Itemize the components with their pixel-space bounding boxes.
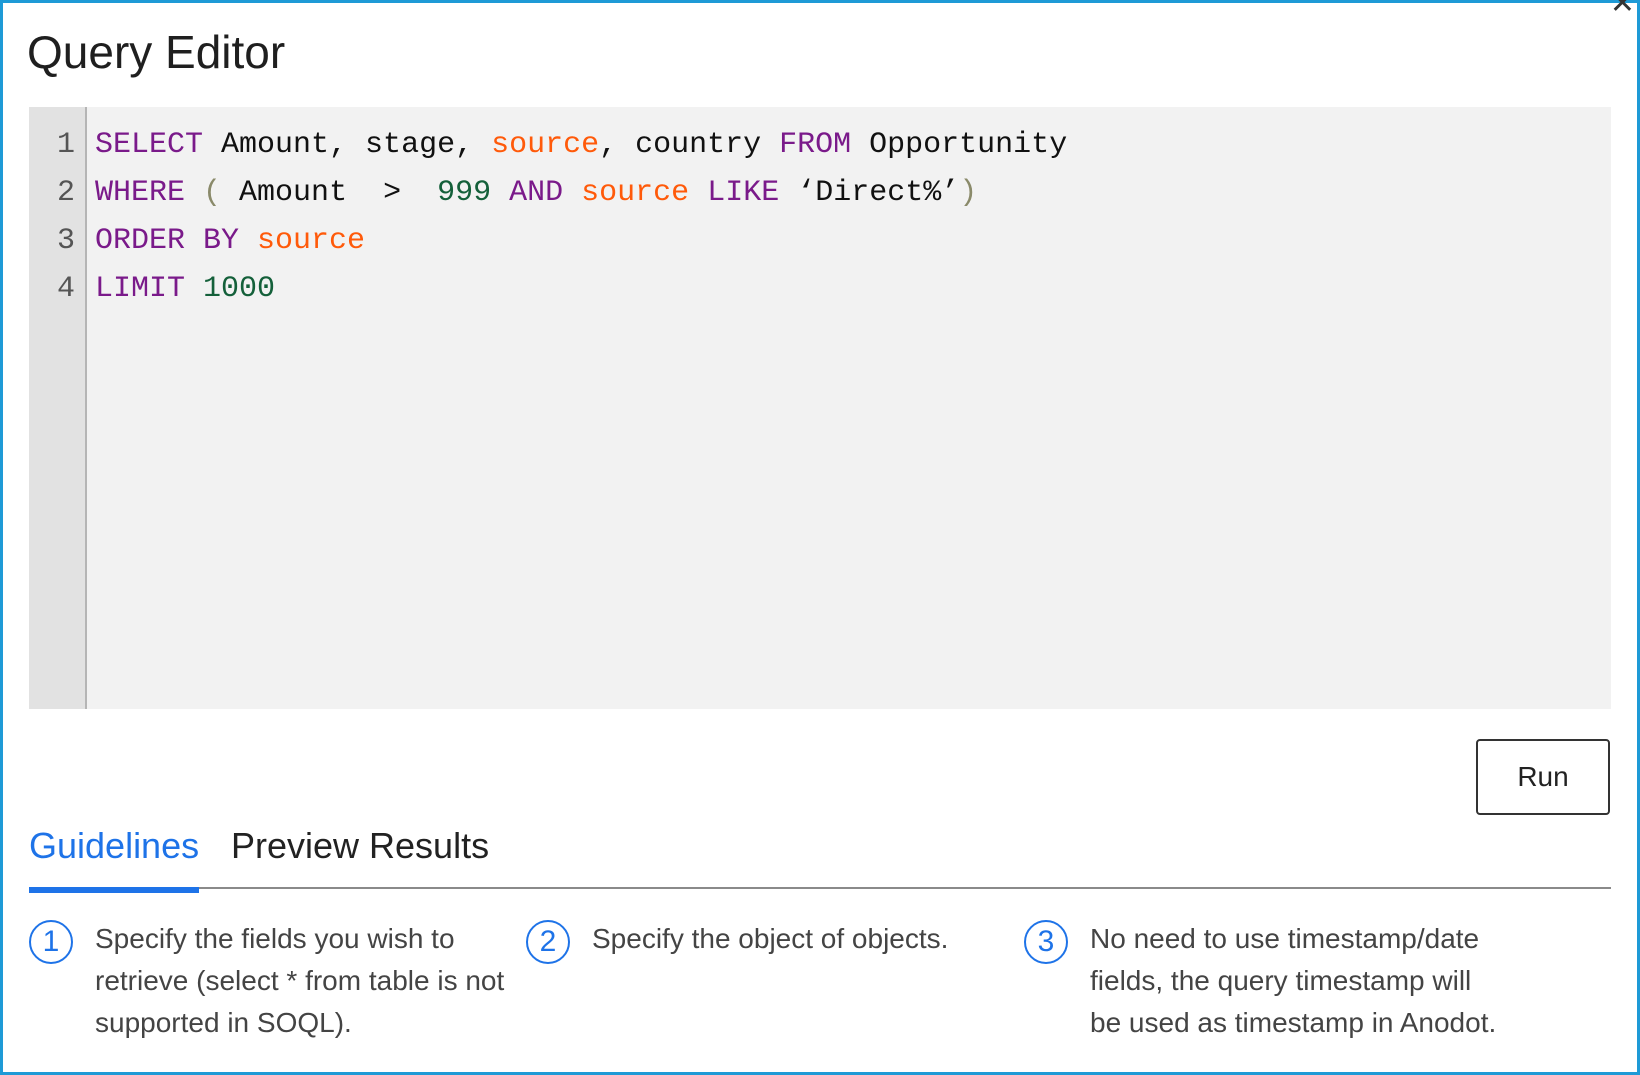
- code-token: source: [491, 128, 600, 162]
- code-token: AND: [509, 176, 564, 210]
- line-number-gutter: 1 2 3 4: [29, 107, 87, 709]
- line-number: 1: [56, 128, 75, 162]
- code-token: Amount >: [221, 176, 438, 210]
- code-line[interactable]: LIMIT 1000: [95, 265, 1611, 313]
- guideline-item: 1 Specify the fields you wish to retriev…: [29, 920, 509, 1044]
- query-editor-dialog: ✕ Query Editor 1 2 3 4 SELECT Amount, st…: [0, 0, 1640, 1075]
- code-token: (: [203, 176, 222, 210]
- code-token: source: [581, 176, 690, 210]
- line-number: 2: [56, 176, 75, 210]
- code-token: ‘Direct%’: [779, 176, 960, 210]
- tab-preview-results[interactable]: Preview Results: [231, 825, 489, 887]
- code-token: 1000: [203, 272, 276, 306]
- code-token: ): [959, 176, 978, 210]
- tab-bar: Guidelines Preview Results: [29, 815, 1611, 893]
- code-line[interactable]: SELECT Amount, stage, source, country FR…: [95, 121, 1611, 169]
- code-token: , country: [599, 128, 780, 162]
- step-number-badge: 2: [526, 920, 570, 964]
- code-token: LIKE: [707, 176, 780, 210]
- tab-guidelines[interactable]: Guidelines: [29, 825, 200, 893]
- code-token: LIMIT: [95, 272, 186, 306]
- code-token: Amount, stage,: [203, 128, 492, 162]
- guideline-item: 2 Specify the object of objects.: [526, 920, 1006, 964]
- guideline-text: Specify the object of objects.: [592, 923, 949, 954]
- guideline-text: Specify the fields you wish to retrieve …: [95, 923, 505, 1038]
- step-number-badge: 3: [1024, 920, 1068, 964]
- code-token: SELECT: [95, 128, 204, 162]
- code-line[interactable]: WHERE ( Amount > 999 AND source LIKE ‘Di…: [95, 169, 1611, 217]
- code-token: FROM: [779, 128, 852, 162]
- line-number: 3: [56, 224, 75, 258]
- run-button[interactable]: Run: [1476, 739, 1610, 815]
- code-token: WHERE: [95, 176, 186, 210]
- page-title: Query Editor: [27, 26, 286, 78]
- code-token: 999: [437, 176, 492, 210]
- code-editor[interactable]: 1 2 3 4 SELECT Amount, stage, source, co…: [29, 107, 1611, 709]
- code-token: source: [257, 224, 366, 258]
- line-number: 4: [56, 272, 75, 306]
- guideline-text: No need to use timestamp/date fields, th…: [1090, 923, 1497, 1038]
- guideline-item: 3 No need to use timestamp/date fields, …: [1024, 920, 1504, 1044]
- code-token: ORDER BY: [95, 224, 240, 258]
- code-token: Opportunity: [851, 128, 1068, 162]
- close-icon[interactable]: ✕: [1610, 0, 1635, 19]
- step-number-badge: 1: [29, 920, 73, 964]
- code-area[interactable]: SELECT Amount, stage, source, country FR…: [87, 107, 1611, 709]
- code-line[interactable]: ORDER BY source: [95, 217, 1611, 265]
